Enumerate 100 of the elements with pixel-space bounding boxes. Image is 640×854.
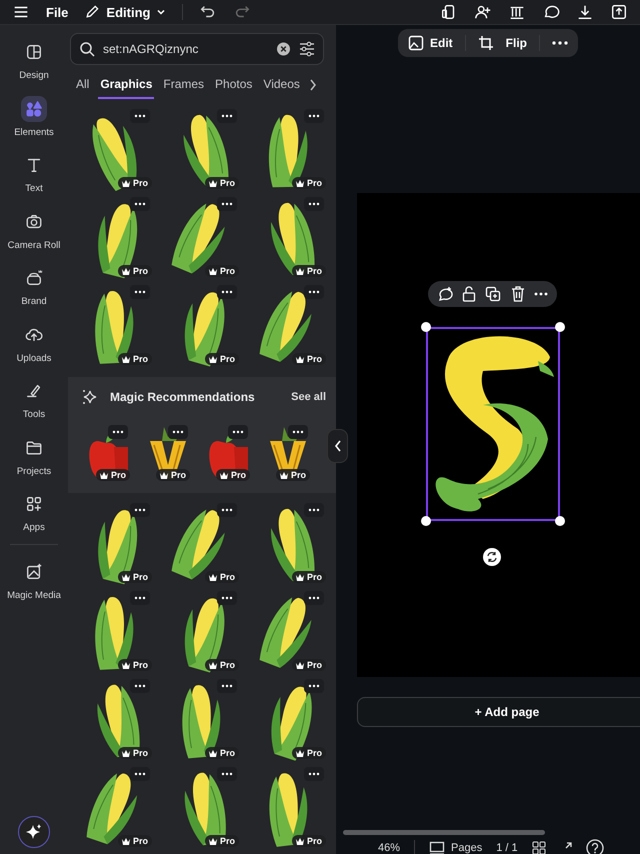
- more-button[interactable]: [130, 197, 150, 211]
- more-button[interactable]: [130, 591, 150, 605]
- more-button[interactable]: [304, 503, 324, 517]
- more-icon: [221, 202, 233, 206]
- crown-icon: [280, 472, 288, 478]
- magic-assistant-button[interactable]: [18, 816, 50, 848]
- crown-icon: [296, 268, 304, 274]
- category-tab[interactable]: Videos: [261, 77, 302, 99]
- more-button[interactable]: [217, 767, 237, 781]
- more-button[interactable]: [130, 679, 150, 693]
- more-button[interactable]: [534, 292, 548, 296]
- more-button[interactable]: [130, 109, 150, 123]
- crown-icon: [122, 662, 130, 668]
- crop-icon[interactable]: [478, 35, 494, 51]
- people-icon[interactable]: [474, 3, 492, 21]
- sidebar-item[interactable]: Tools: [0, 372, 68, 428]
- sidebar-item[interactable]: Text: [0, 146, 68, 202]
- filter-icon[interactable]: [299, 41, 315, 57]
- rotate-handle[interactable]: [483, 548, 501, 566]
- more-button[interactable]: [217, 197, 237, 211]
- edit-button[interactable]: Edit: [408, 35, 453, 51]
- more-button[interactable]: [304, 679, 324, 693]
- pro-label: Pro: [132, 178, 148, 188]
- crown-icon: [208, 662, 217, 668]
- sidebar-item[interactable]: Magic Media: [0, 552, 68, 609]
- clear-icon[interactable]: [277, 42, 290, 56]
- see-all-link[interactable]: See all: [291, 391, 326, 403]
- grid-view-icon[interactable]: [532, 841, 546, 854]
- pro-label: Pro: [306, 748, 322, 758]
- caret-icon: [156, 7, 166, 17]
- more-button[interactable]: [288, 425, 308, 439]
- scrollbar[interactable]: [343, 830, 545, 835]
- flip-button[interactable]: Flip: [506, 36, 527, 50]
- sidebar-item[interactable]: Design: [0, 33, 68, 90]
- zoom-level[interactable]: 46%: [378, 842, 400, 854]
- pro-label: Pro: [306, 178, 322, 188]
- resize-handle[interactable]: [421, 516, 431, 526]
- more-button[interactable]: [168, 425, 188, 439]
- monitor-icon: [429, 841, 446, 854]
- more-button[interactable]: [217, 503, 237, 517]
- more-button[interactable]: [304, 197, 324, 211]
- add-page-button[interactable]: + Add page: [357, 697, 640, 727]
- more-button[interactable]: [130, 767, 150, 781]
- crown-icon: [122, 356, 130, 362]
- help-icon[interactable]: [586, 839, 604, 854]
- category-tab[interactable]: Frames: [161, 77, 206, 99]
- pages-button[interactable]: Pages: [429, 841, 482, 854]
- resize-handle[interactable]: [555, 516, 565, 526]
- sidebar-item[interactable]: Apps: [0, 485, 68, 542]
- sidebar-item[interactable]: Projects: [0, 428, 68, 485]
- editing-mode-dropdown[interactable]: Editing: [84, 4, 166, 20]
- more-button[interactable]: [304, 591, 324, 605]
- more-icon: [221, 596, 233, 600]
- chevron-right-icon[interactable]: [308, 79, 317, 91]
- delete-button[interactable]: [510, 286, 525, 302]
- category-tab[interactable]: Photos: [213, 77, 254, 99]
- sidebar-item[interactable]: Uploads: [0, 316, 68, 372]
- more-icon: [221, 684, 233, 688]
- category-tab[interactable]: Graphics: [98, 77, 154, 99]
- duplicate-button[interactable]: [485, 286, 502, 302]
- more-button[interactable]: [304, 767, 324, 781]
- pro-label: Pro: [220, 178, 235, 188]
- resize-handle[interactable]: [555, 322, 565, 332]
- comment-add-button[interactable]: [436, 286, 453, 302]
- crown-icon: [208, 838, 217, 844]
- more-icon: [134, 114, 146, 118]
- more-icon: [221, 508, 233, 512]
- crown-icon: [122, 574, 130, 580]
- pro-label: Pro: [110, 470, 126, 480]
- more-button[interactable]: [304, 109, 324, 123]
- more-icon: [221, 290, 233, 294]
- pro-label: Pro: [306, 836, 322, 846]
- category-tab[interactable]: All: [74, 77, 92, 99]
- more-button[interactable]: [108, 425, 128, 439]
- unlock-button[interactable]: [462, 286, 476, 302]
- duplicate-icon: [485, 286, 502, 302]
- download-icon[interactable]: [576, 3, 594, 21]
- more-button[interactable]: [217, 591, 237, 605]
- more-button[interactable]: [130, 285, 150, 299]
- pro-label: Pro: [220, 354, 235, 364]
- collapse-panel-button[interactable]: [327, 429, 348, 463]
- share-icon[interactable]: [610, 3, 628, 21]
- more-button[interactable]: [304, 285, 324, 299]
- sidebar-item[interactable]: Brand: [0, 259, 68, 316]
- more-icon: [534, 292, 548, 296]
- sidebar-item[interactable]: Elements: [0, 90, 68, 146]
- trash-icon: [510, 286, 525, 302]
- crown-icon: [296, 750, 304, 756]
- sidebar-item[interactable]: Camera Roll: [0, 202, 68, 259]
- more-icon[interactable]: [552, 41, 568, 45]
- more-button[interactable]: [228, 425, 248, 439]
- search-field[interactable]: set:nAGRQiznync: [70, 33, 324, 65]
- design-page[interactable]: [357, 193, 640, 677]
- resize-handle[interactable]: [421, 322, 431, 332]
- file-menu[interactable]: File: [46, 4, 68, 20]
- more-button[interactable]: [217, 109, 237, 123]
- more-button[interactable]: [130, 503, 150, 517]
- comment-icon[interactable]: [542, 3, 560, 21]
- more-button[interactable]: [217, 285, 237, 299]
- more-button[interactable]: [217, 679, 237, 693]
